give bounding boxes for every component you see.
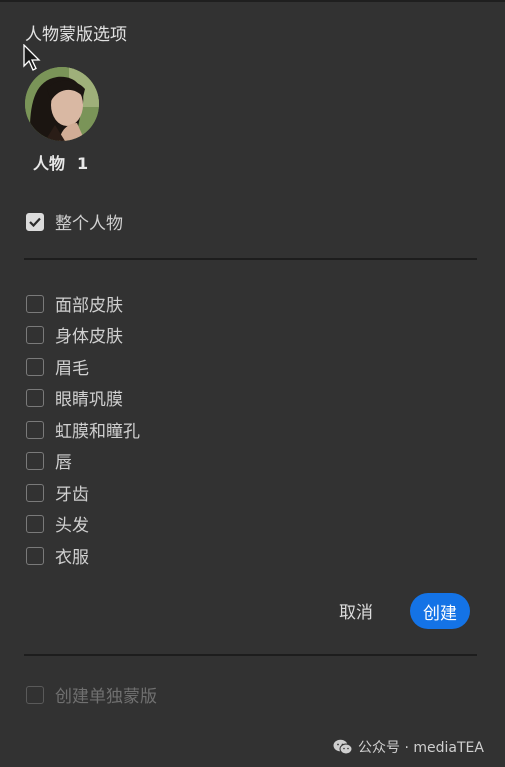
part-label: 眉毛 bbox=[55, 359, 89, 379]
person-thumbnail[interactable] bbox=[25, 67, 99, 141]
part-checkbox[interactable] bbox=[26, 451, 44, 470]
mouse-cursor-icon bbox=[23, 44, 41, 71]
part-label: 唇 bbox=[55, 453, 72, 473]
create-button[interactable]: 创建 bbox=[410, 593, 470, 629]
part-label: 牙齿 bbox=[55, 485, 89, 505]
part-checkbox[interactable] bbox=[26, 483, 44, 502]
person-number: 1 bbox=[77, 154, 89, 173]
part-checkbox[interactable] bbox=[26, 388, 44, 407]
part-label: 面部皮肤 bbox=[55, 296, 123, 316]
part-label: 衣服 bbox=[55, 548, 89, 568]
separate-masks-option[interactable]: 创建单独蒙版 bbox=[26, 682, 157, 707]
part-option[interactable]: 牙齿 bbox=[26, 480, 89, 505]
top-border bbox=[0, 0, 505, 2]
watermark-text: 公众号 · mediaTEA bbox=[358, 740, 484, 756]
cancel-button[interactable]: 取消 bbox=[330, 597, 382, 623]
wechat-icon bbox=[333, 739, 353, 755]
part-label: 眼睛巩膜 bbox=[55, 390, 123, 410]
part-option[interactable]: 身体皮肤 bbox=[26, 322, 123, 347]
part-option[interactable]: 虹膜和瞳孔 bbox=[26, 417, 140, 442]
part-option[interactable]: 眉毛 bbox=[26, 354, 89, 379]
part-checkbox[interactable] bbox=[26, 357, 44, 376]
part-checkbox[interactable] bbox=[26, 514, 44, 533]
divider bbox=[24, 654, 477, 656]
checkmark-icon bbox=[29, 217, 41, 227]
part-checkbox[interactable] bbox=[26, 294, 44, 313]
part-option[interactable]: 头发 bbox=[26, 511, 89, 536]
person-name: 人物 bbox=[33, 154, 66, 173]
part-label: 身体皮肤 bbox=[55, 327, 123, 347]
divider bbox=[24, 258, 477, 260]
part-label: 虹膜和瞳孔 bbox=[55, 422, 140, 442]
part-checkbox[interactable] bbox=[26, 420, 44, 439]
person-label: 人物 1 bbox=[33, 150, 88, 174]
part-option[interactable]: 唇 bbox=[26, 448, 72, 473]
whole-person-option[interactable]: 整个人物 bbox=[26, 209, 123, 234]
person-photo-icon bbox=[25, 67, 99, 141]
part-option[interactable]: 面部皮肤 bbox=[26, 291, 123, 316]
separate-masks-checkbox[interactable] bbox=[26, 685, 44, 704]
separate-masks-label: 创建单独蒙版 bbox=[55, 687, 157, 707]
part-label: 头发 bbox=[55, 516, 89, 536]
part-option[interactable]: 眼睛巩膜 bbox=[26, 385, 123, 410]
whole-person-checkbox[interactable] bbox=[26, 212, 44, 231]
part-checkbox[interactable] bbox=[26, 325, 44, 344]
whole-person-label: 整个人物 bbox=[55, 214, 123, 234]
part-checkbox[interactable] bbox=[26, 546, 44, 565]
part-option[interactable]: 衣服 bbox=[26, 543, 89, 568]
dialog-title: 人物蒙版选项 bbox=[25, 25, 127, 45]
watermark: 公众号 · mediaTEA bbox=[333, 737, 484, 757]
